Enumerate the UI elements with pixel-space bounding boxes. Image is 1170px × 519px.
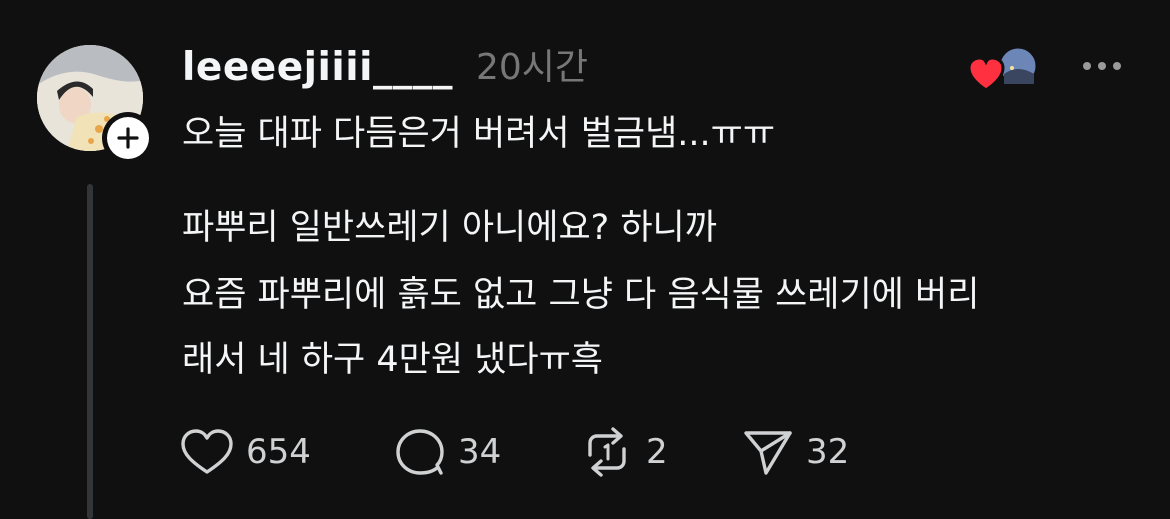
thread-connector-line (87, 184, 93, 519)
more-horizontal-icon (1083, 62, 1121, 70)
repost-icon (588, 427, 626, 477)
liked-by-indicator[interactable] (967, 44, 1040, 94)
share-button[interactable]: 32 (742, 424, 849, 480)
post-text-line: 래서 네 하구 4만원 냈다ㅠ흑 (182, 340, 603, 380)
post-text-line: 파뿌리 일반쓰레기 아니에요? 하니까 (182, 208, 717, 248)
like-button[interactable]: 654 (180, 424, 311, 480)
comment-count: 34 (458, 432, 502, 472)
repost-count: 2 (646, 432, 668, 472)
share-count: 32 (806, 432, 850, 472)
more-options-button[interactable] (1080, 54, 1124, 78)
post-text-line: 요즘 파뿌리에 흙도 없고 그냥 다 음식물 쓰레기에 버리 (182, 275, 980, 315)
post-timestamp: 20시간 (476, 47, 589, 88)
repost-button[interactable]: 2 (580, 424, 668, 480)
plus-icon (117, 127, 139, 149)
username[interactable]: leeeejiiii____ (182, 44, 453, 92)
like-count: 654 (246, 432, 311, 472)
heart-icon (181, 429, 233, 474)
comment-bubble-icon (396, 429, 444, 475)
post-text-line: 오늘 대파 다듬은거 버려서 벌금냄...ㅠㅠ (182, 114, 776, 154)
paper-plane-icon (744, 431, 792, 475)
heart-badge-icon (967, 45, 1039, 92)
comment-button[interactable]: 34 (394, 424, 501, 480)
follow-button[interactable] (102, 112, 154, 164)
